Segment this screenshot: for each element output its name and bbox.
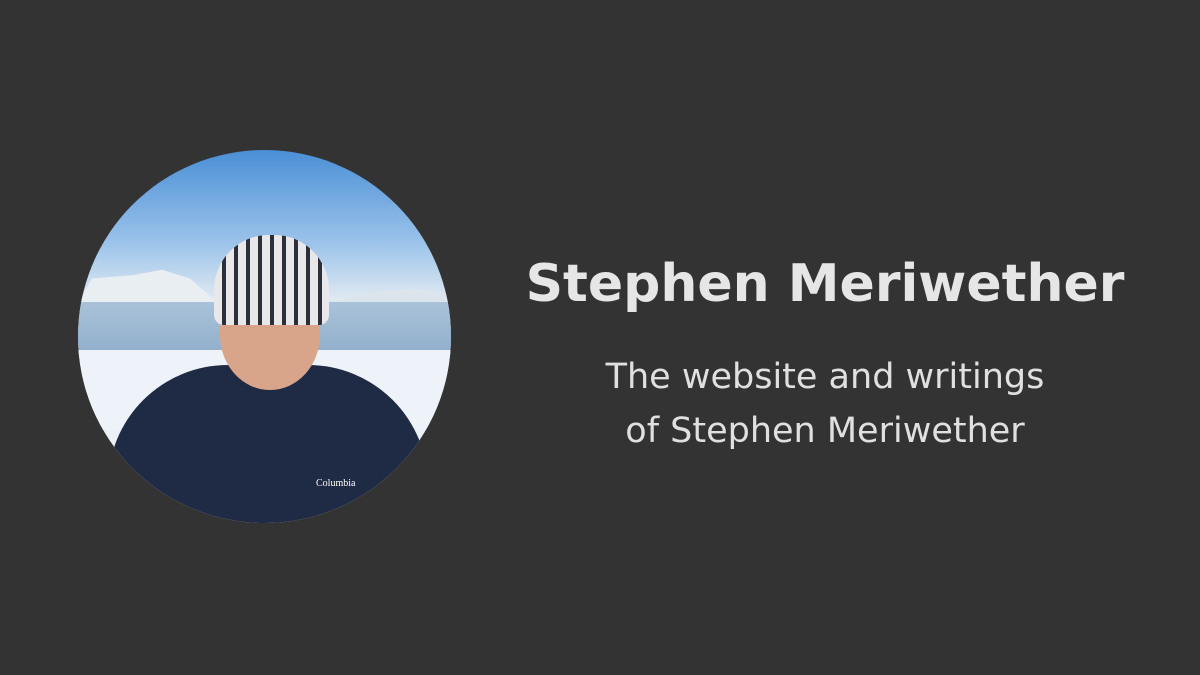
site-tagline: The website and writings of Stephen Meri…	[480, 350, 1170, 458]
jacket-logo: Columbia	[316, 478, 356, 489]
photo-mountain	[78, 269, 218, 303]
tagline-line: of Stephen Meriwether	[625, 411, 1025, 451]
photo-mountain	[331, 288, 451, 303]
avatar: Columbia	[78, 150, 451, 523]
tagline-line: The website and writings	[605, 357, 1045, 397]
site-title: Stephen Meriwether	[525, 254, 1125, 314]
photo-hat	[214, 235, 329, 325]
